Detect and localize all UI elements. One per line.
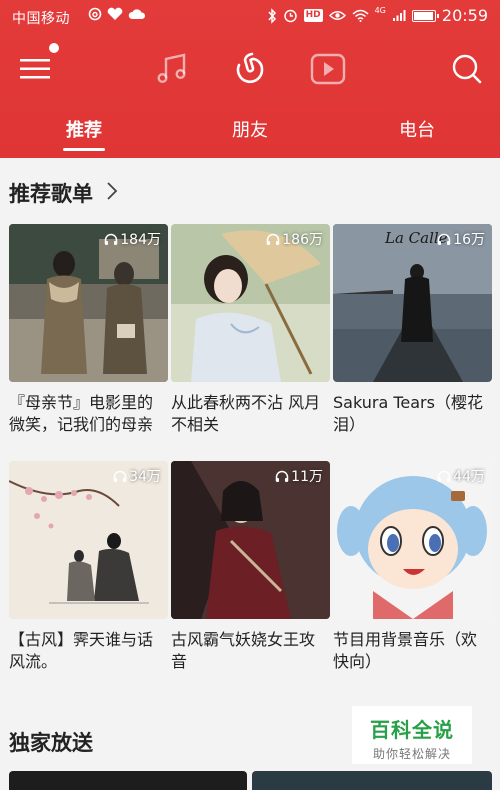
play-count: 186万	[266, 229, 323, 249]
search-icon[interactable]	[451, 53, 483, 85]
alarm-icon	[283, 9, 297, 23]
wifi-icon	[352, 9, 369, 22]
play-count: 11万	[275, 466, 323, 486]
status-right-icons: HD 4G 20:59	[267, 6, 488, 25]
play-count: 16万	[437, 229, 485, 249]
eye-icon	[328, 11, 346, 20]
playlist-title[interactable]: 节目用背景音乐（欢快向）	[333, 629, 492, 673]
play-count-value: 16万	[453, 232, 485, 248]
active-tab-indicator	[63, 148, 105, 151]
bluetooth-icon	[268, 7, 276, 24]
carrier-name: 中国移动	[12, 11, 70, 27]
play-count-value: 11万	[291, 469, 323, 485]
section-title-recommended[interactable]: 推荐歌单	[9, 178, 93, 208]
playlist-title[interactable]: 【古风】霁天谁与话风流。	[9, 629, 168, 673]
play-count: 44万	[437, 466, 485, 486]
music-note-icon[interactable]	[154, 51, 190, 87]
top-tabs: 推荐 朋友 电台	[0, 116, 500, 156]
exclusive-thumbnail[interactable]	[252, 771, 492, 790]
health-heart-icon	[107, 7, 123, 21]
play-count-value: 34万	[129, 469, 161, 485]
baike-watermark: 百科全说 助你轻松解决	[352, 706, 472, 764]
notification-dot	[49, 43, 59, 53]
play-count-value: 44万	[453, 469, 485, 485]
status-time: 20:59	[441, 6, 488, 25]
headphones-icon	[275, 470, 289, 482]
playlist-title[interactable]: 『母亲节』电影里的微笑，记我们的母亲	[9, 392, 168, 436]
netease-logo-icon[interactable]	[232, 50, 268, 86]
headphones-icon	[105, 233, 118, 245]
status-left-icons	[88, 7, 146, 21]
status-bar: 中国移动 HD 4G 20:59	[0, 0, 500, 34]
playlist-title[interactable]: 古风霸气妖娆女王攻音	[171, 629, 330, 673]
netease-small-icon	[88, 7, 102, 21]
network-type: 4G	[374, 6, 386, 15]
playlist-title[interactable]: 从此春秋两不沾 风月不相关	[171, 392, 330, 436]
video-play-icon[interactable]	[310, 51, 346, 87]
tab-recommend[interactable]: 推荐	[44, 116, 124, 142]
headphones-icon	[267, 233, 280, 245]
exclusive-thumbnail[interactable]	[9, 771, 247, 790]
watermark-sub-text: 助你轻松解决	[372, 747, 451, 761]
play-count: 184万	[104, 229, 161, 249]
headphones-icon	[113, 470, 127, 482]
tab-radio[interactable]: 电台	[377, 116, 457, 142]
play-count-value: 186万	[282, 232, 323, 248]
battery-icon	[411, 9, 439, 22]
section-title-exclusive[interactable]: 独家放送	[9, 727, 93, 757]
play-count-value: 184万	[120, 232, 161, 248]
app-header: 中国移动 HD 4G 20:59 推荐 朋友 电台	[0, 0, 500, 158]
cloud-icon	[128, 9, 146, 19]
playlist-title[interactable]: Sakura Tears（樱花泪）	[333, 392, 492, 436]
menu-icon[interactable]	[20, 56, 52, 82]
watermark-main-text: 百科全说	[370, 718, 454, 742]
headphones-icon	[437, 233, 451, 245]
hd-badge: HD	[303, 9, 323, 22]
headphones-icon	[437, 470, 451, 482]
play-count: 34万	[113, 466, 161, 486]
chevron-right-icon[interactable]	[106, 181, 118, 201]
tab-friends[interactable]: 朋友	[210, 116, 290, 142]
signal-icon	[392, 10, 406, 21]
